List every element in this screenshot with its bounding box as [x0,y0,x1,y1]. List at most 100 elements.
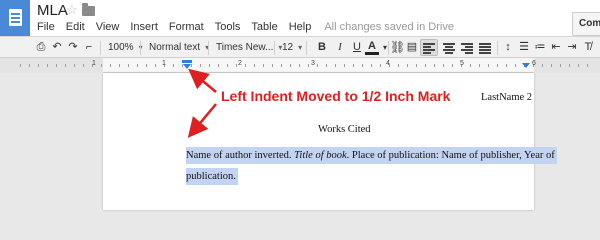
toolbar-divider [497,41,498,55]
left-indent-handle[interactable] [183,64,191,69]
ruler-tick [515,64,516,67]
ruler-tick [398,64,399,67]
ruler-tick [173,64,174,67]
link-icon[interactable]: ⛓ [390,40,405,55]
ruler-tick [110,64,111,67]
document-title[interactable]: MLA [37,2,68,19]
ruler-tick [479,64,480,67]
ruler-tick [326,64,327,67]
ruler-tick [29,64,30,67]
font-size-select[interactable]: 12 [282,40,302,55]
ruler-tick [488,64,489,67]
toolbar-divider [100,41,101,55]
docs-logo-icon[interactable] [0,0,30,36]
bold-button[interactable]: B [315,40,329,55]
ruler-tick [74,64,75,67]
menu-table[interactable]: Table [251,21,277,33]
menu-view[interactable]: View [96,21,120,33]
works-cited-heading[interactable]: Works Cited [318,124,371,135]
menu-edit[interactable]: Edit [66,21,85,33]
citation-line-2[interactable]: publication. [186,168,238,185]
ruler-left-margin [0,58,103,73]
align-left-button[interactable] [420,39,438,56]
ruler-tick [272,64,273,67]
save-status: All changes saved in Drive [324,21,454,33]
ruler-tick [218,64,219,67]
ruler-tick [83,64,84,67]
toolbar-divider [140,41,141,55]
ruler-tick [281,64,282,67]
ruler-tick [380,64,381,67]
left-indent-marker[interactable] [182,60,192,70]
align-right-icon[interactable] [461,43,473,54]
font-select[interactable]: Times New... [216,40,283,55]
ruler-tick [470,64,471,67]
ruler-tick [443,64,444,67]
decrease-indent-icon[interactable]: ⇤ [549,40,563,55]
ruler-tick [425,64,426,67]
ruler-right-margin [534,58,600,73]
increase-indent-icon[interactable]: ⇥ [565,40,579,55]
toolbar: ⎙ ↶ ↷ ⌐ 100% Normal text Times New... 12… [0,36,600,58]
ruler-tick [101,64,102,67]
bulleted-list-icon[interactable]: ≔ [533,40,547,55]
print-icon[interactable]: ⎙ [34,40,48,55]
ruler-number: 1 [162,60,166,67]
text-color-button[interactable]: A [365,40,379,55]
ruler-tick [128,64,129,67]
ruler-number: 4 [386,60,390,67]
ruler-tick [344,64,345,67]
ruler-tick [209,64,210,67]
ruler-tick [38,64,39,67]
citation-line-1[interactable]: Name of author inverted. Title of book. … [186,147,557,164]
ruler-tick [65,64,66,67]
title-bar: MLA ☆ File Edit View Insert Format Tools… [0,0,600,36]
ruler[interactable]: 1 1 2 3 4 5 6 [0,58,600,73]
header-lastname[interactable]: LastName 2 [481,92,532,103]
ruler-tick [290,64,291,67]
align-center-icon[interactable] [443,43,455,54]
ruler-tick [506,64,507,67]
citation-author: Name of author inverted. [186,150,295,161]
menu-format[interactable]: Format [169,21,204,33]
comments-button[interactable]: Comm [572,12,600,36]
first-line-indent-handle[interactable] [182,60,192,63]
ruler-tick [254,64,255,67]
ruler-tick [200,64,201,67]
ruler-number: 6 [532,60,536,67]
ruler-number: 2 [238,60,242,67]
align-justify-icon[interactable] [479,43,491,54]
ruler-tick [227,64,228,67]
citation-publication: . Place of publication: Name of publishe… [346,150,555,161]
ruler-tick [497,64,498,67]
ruler-tick [416,64,417,67]
star-icon[interactable]: ☆ [66,3,78,16]
right-indent-marker[interactable] [522,63,530,68]
ruler-tick [353,64,354,67]
annotation-callout: Left Indent Moved to 1/2 Inch Mark [221,88,451,104]
style-select[interactable]: Normal text [149,40,209,55]
line-spacing-icon[interactable]: ↕ [501,40,515,55]
menu-file[interactable]: File [37,21,55,33]
ruler-tick [560,64,561,67]
ruler-tick [47,64,48,67]
underline-button[interactable]: U [350,40,364,55]
clear-formatting-icon[interactable]: T̸ [581,40,595,55]
ruler-number: 3 [311,60,315,67]
redo-icon[interactable]: ↷ [66,40,80,55]
folder-icon[interactable] [82,3,95,16]
ruler-tick [371,64,372,67]
toolbar-divider [208,41,209,55]
italic-button[interactable]: I [333,40,347,55]
menu-help[interactable]: Help [289,21,312,33]
comment-icon[interactable]: ▤ [405,40,419,55]
paint-format-icon[interactable]: ⌐ [82,40,96,55]
ruler-tick [587,64,588,67]
ruler-tick [362,64,363,67]
ruler-tick [299,64,300,67]
undo-icon[interactable]: ↶ [50,40,64,55]
menu-tools[interactable]: Tools [215,21,241,33]
numbered-list-icon[interactable]: ☰ [517,40,531,55]
menu-insert[interactable]: Insert [130,21,158,33]
zoom-select[interactable]: 100% [108,40,143,55]
